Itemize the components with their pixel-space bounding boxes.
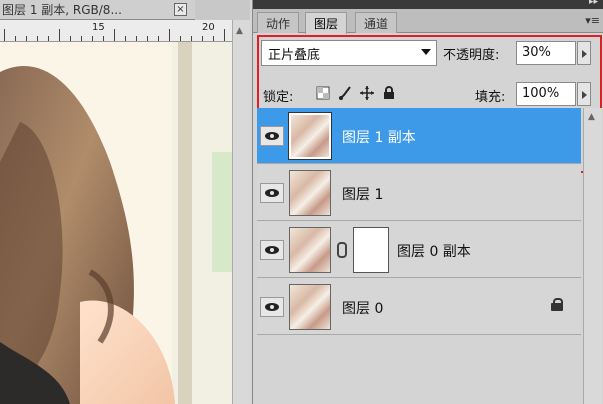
ruler-tick bbox=[213, 36, 214, 41]
eye-icon[interactable] bbox=[260, 183, 284, 203]
eye-icon[interactable] bbox=[260, 240, 284, 260]
collapse-icon[interactable]: ▸▸ bbox=[589, 0, 598, 7]
blend-mode-value: 正片叠底 bbox=[268, 48, 321, 63]
ruler-tick bbox=[59, 29, 60, 41]
fill-label: 填充: bbox=[475, 90, 506, 105]
ruler-tick bbox=[48, 36, 49, 41]
chevron-down-icon bbox=[421, 49, 431, 55]
ruler-tick bbox=[169, 29, 170, 41]
photo-artwork bbox=[0, 42, 232, 404]
panel-header-bar: ▸▸ bbox=[253, 0, 603, 9]
eye-icon[interactable] bbox=[260, 126, 284, 146]
document-window: 图层 1 副本, RGB/8... × 15 20 ▲ bbox=[0, 0, 250, 404]
layer-name: 图层 1 副本 bbox=[342, 130, 416, 146]
ruler-number: 15 bbox=[92, 22, 105, 33]
tab-actions[interactable]: 动作 bbox=[257, 12, 300, 33]
layer-thumbnail[interactable] bbox=[288, 112, 332, 160]
layer-name: 图层 0 副本 bbox=[397, 244, 471, 260]
layers-panel: ▸▸ 动作 图层 通道 ▾≡ 正片叠底 不透明度: 30% 锁定: 填充: 10… bbox=[252, 0, 603, 404]
lock-transparent-pixels-icon[interactable] bbox=[315, 85, 331, 101]
ruler-tick bbox=[81, 36, 82, 41]
lock-image-pixels-icon[interactable] bbox=[337, 85, 353, 101]
ruler-tick bbox=[26, 36, 27, 41]
ruler-tick bbox=[191, 36, 192, 41]
ruler-tick bbox=[224, 29, 225, 41]
layers-list: 图层 1 副本 图层 1 图层 0 副本 图层 0 bbox=[257, 108, 581, 404]
layer-thumbnail[interactable] bbox=[289, 170, 331, 216]
panel-tabs: 动作 图层 通道 ▾≡ bbox=[253, 9, 603, 34]
layer-thumbnail[interactable] bbox=[289, 284, 331, 330]
horizontal-ruler: 15 20 bbox=[0, 20, 232, 42]
ruler-tick bbox=[158, 36, 159, 41]
fill-stepper[interactable] bbox=[577, 82, 591, 106]
image-canvas[interactable] bbox=[0, 42, 232, 404]
eye-icon[interactable] bbox=[260, 297, 284, 317]
mask-link-icon[interactable] bbox=[337, 242, 347, 258]
ruler-tick bbox=[202, 36, 203, 41]
opacity-input[interactable]: 30% bbox=[516, 41, 576, 65]
layer-row-0-copy[interactable]: 图层 0 副本 bbox=[257, 222, 581, 278]
layer-row-0[interactable]: 图层 0 bbox=[257, 279, 581, 335]
ruler-tick bbox=[70, 36, 71, 41]
ruler-tick bbox=[180, 36, 181, 41]
ruler-tick bbox=[147, 36, 148, 41]
layer-name: 图层 1 bbox=[342, 187, 384, 203]
lock-label: 锁定: bbox=[263, 90, 294, 105]
ruler-tick bbox=[4, 29, 5, 41]
tab-channels[interactable]: 通道 bbox=[355, 12, 398, 33]
layer-row-1-copy[interactable]: 图层 1 副本 bbox=[257, 108, 581, 164]
document-tab[interactable]: 图层 1 副本, RGB/8... × bbox=[0, 0, 195, 20]
panel-menu-icon[interactable]: ▾≡ bbox=[585, 14, 600, 27]
lock-position-icon[interactable] bbox=[359, 85, 375, 101]
scroll-up-icon[interactable]: ▲ bbox=[236, 26, 243, 36]
layer-thumbnail[interactable] bbox=[289, 227, 331, 273]
ruler-tick bbox=[125, 36, 126, 41]
blend-mode-select[interactable]: 正片叠底 bbox=[261, 40, 437, 66]
opacity-label: 不透明度: bbox=[443, 48, 500, 63]
lock-icon bbox=[551, 298, 563, 311]
ruler-tick bbox=[114, 29, 115, 41]
document-title: 图层 1 副本, RGB/8... bbox=[2, 3, 122, 17]
fill-input[interactable]: 100% bbox=[516, 82, 576, 106]
tab-layers[interactable]: 图层 bbox=[305, 12, 348, 34]
ruler-tick bbox=[103, 36, 104, 41]
ruler-tick bbox=[37, 36, 38, 41]
close-icon[interactable]: × bbox=[174, 3, 187, 16]
ruler-tick bbox=[92, 36, 93, 41]
layer-name: 图层 0 bbox=[342, 301, 384, 317]
ruler-tick bbox=[136, 36, 137, 41]
lock-all-icon[interactable] bbox=[381, 85, 397, 101]
opacity-stepper[interactable] bbox=[577, 41, 591, 65]
ruler-tick bbox=[15, 36, 16, 41]
layer-mask-thumbnail[interactable] bbox=[353, 227, 389, 273]
layer-row-1[interactable]: 图层 1 bbox=[257, 165, 581, 221]
ruler-number: 20 bbox=[202, 22, 215, 33]
document-vertical-scrollbar[interactable]: ▲ bbox=[232, 20, 250, 404]
layers-scrollbar[interactable]: ▲ bbox=[583, 108, 602, 404]
scroll-up-icon[interactable]: ▲ bbox=[588, 112, 595, 122]
